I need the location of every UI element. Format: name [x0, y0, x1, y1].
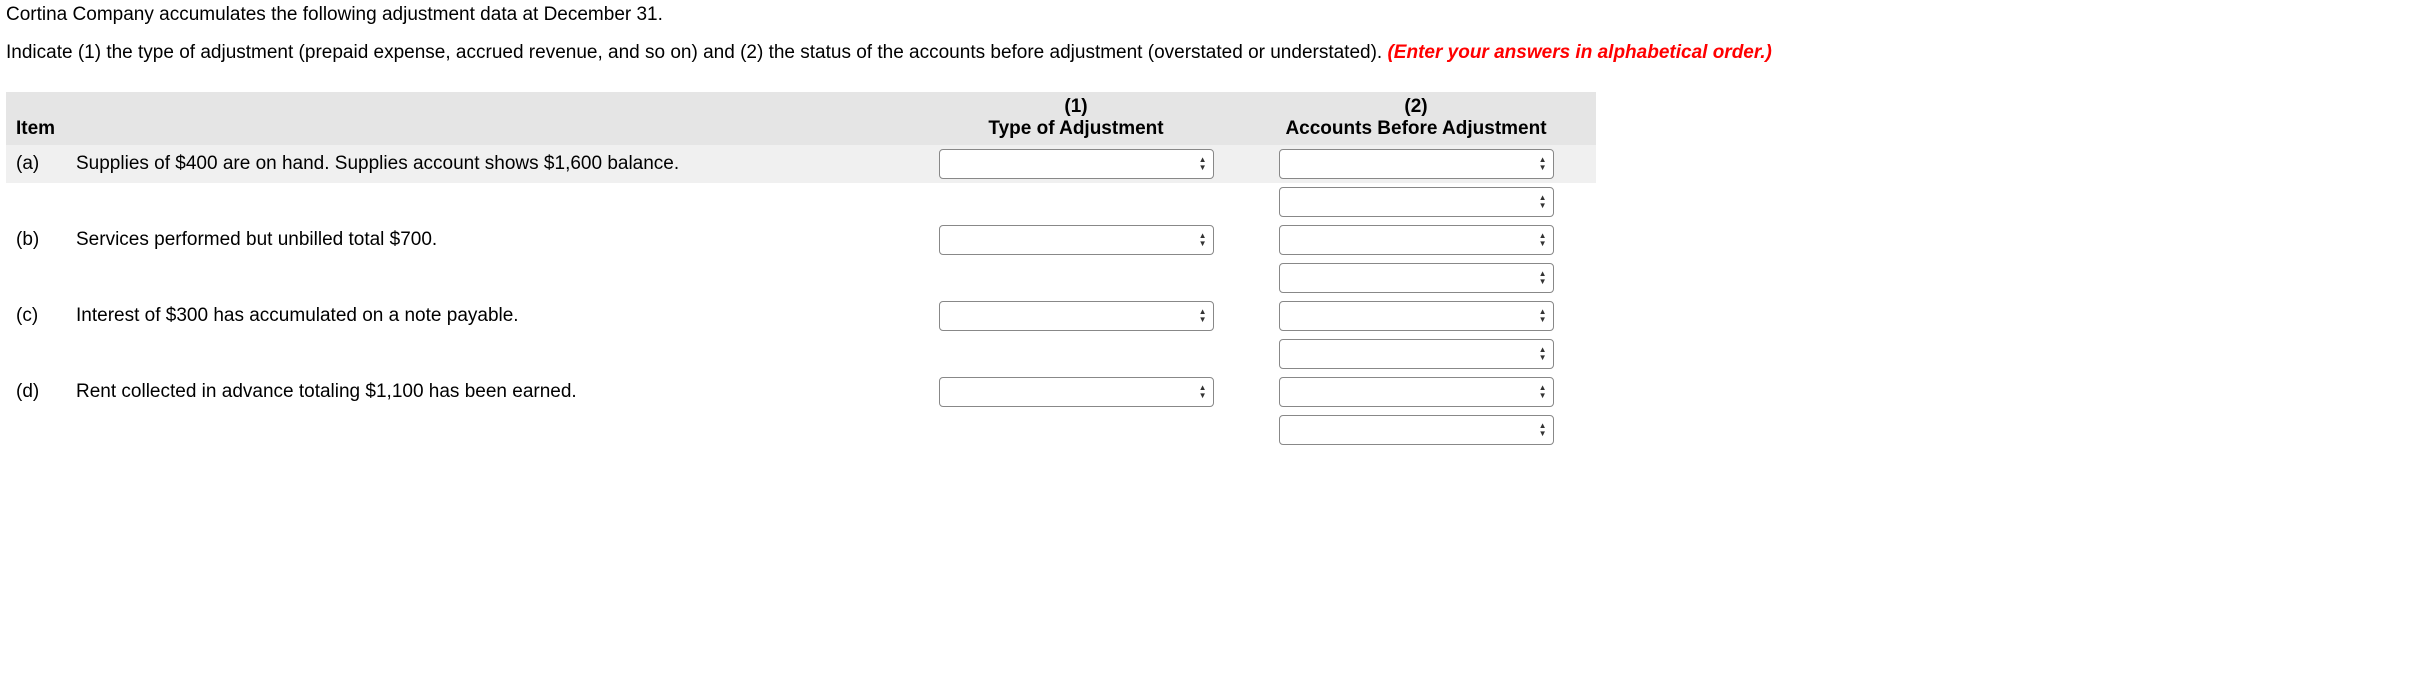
spinner-icon: ▲▼ — [1539, 385, 1547, 399]
header-col1-label: Type of Adjustment — [988, 118, 1163, 139]
instruction-text: Indicate (1) the type of adjustment (pre… — [6, 40, 2412, 66]
spinner-icon: ▲▼ — [1539, 309, 1547, 323]
spinner-icon: ▲▼ — [1539, 157, 1547, 171]
spinner-icon: ▲▼ — [1199, 233, 1207, 247]
header-accounts: (2) Accounts Before Adjustment — [1236, 92, 1596, 146]
row-desc: Supplies of $400 are on hand. Supplies a… — [66, 145, 916, 183]
accounts-select-b1[interactable]: ▲▼ — [1279, 225, 1554, 255]
row-desc: Services performed but unbilled total $7… — [66, 221, 916, 259]
spinner-icon: ▲▼ — [1539, 195, 1547, 209]
accounts-select-c2[interactable]: ▲▼ — [1279, 339, 1554, 369]
header-col1-num: (1) — [1064, 96, 1087, 117]
intro-text: Cortina Company accumulates the followin… — [6, 4, 2412, 26]
table-row-extra: ▲▼ — [6, 259, 1596, 297]
table-row: (b) Services performed but unbilled tota… — [6, 221, 1596, 259]
spinner-icon: ▲▼ — [1539, 271, 1547, 285]
spinner-icon: ▲▼ — [1539, 347, 1547, 361]
accounts-select-a2[interactable]: ▲▼ — [1279, 187, 1554, 217]
header-item: Item — [6, 92, 916, 146]
spinner-icon: ▲▼ — [1199, 157, 1207, 171]
type-select-d[interactable]: ▲▼ — [939, 377, 1214, 407]
spinner-icon: ▲▼ — [1199, 385, 1207, 399]
row-letter: (c) — [6, 297, 66, 335]
accounts-select-d1[interactable]: ▲▼ — [1279, 377, 1554, 407]
instruction-prefix: Indicate (1) the type of adjustment (pre… — [6, 42, 1387, 63]
header-col2-label: Accounts Before Adjustment — [1285, 118, 1546, 139]
table-row: (c) Interest of $300 has accumulated on … — [6, 297, 1596, 335]
row-letter: (a) — [6, 145, 66, 183]
instruction-red: (Enter your answers in alphabetical orde… — [1387, 42, 1771, 63]
table-row: (d) Rent collected in advance totaling $… — [6, 373, 1596, 411]
type-select-b[interactable]: ▲▼ — [939, 225, 1214, 255]
row-desc: Interest of $300 has accumulated on a no… — [66, 297, 916, 335]
row-letter: (d) — [6, 373, 66, 411]
header-col2-num: (2) — [1404, 96, 1427, 117]
row-letter: (b) — [6, 221, 66, 259]
header-type: (1) Type of Adjustment — [916, 92, 1236, 146]
spinner-icon: ▲▼ — [1199, 309, 1207, 323]
spinner-icon: ▲▼ — [1539, 233, 1547, 247]
accounts-select-a1[interactable]: ▲▼ — [1279, 149, 1554, 179]
accounts-select-c1[interactable]: ▲▼ — [1279, 301, 1554, 331]
adjustment-table: Item (1) Type of Adjustment (2) Accounts… — [6, 92, 1596, 450]
table-row-extra: ▲▼ — [6, 183, 1596, 221]
spinner-icon: ▲▼ — [1539, 423, 1547, 437]
row-desc: Rent collected in advance totaling $1,10… — [66, 373, 916, 411]
table-row-extra: ▲▼ — [6, 335, 1596, 373]
table-row-extra: ▲▼ — [6, 411, 1596, 449]
accounts-select-d2[interactable]: ▲▼ — [1279, 415, 1554, 445]
table-row: (a) Supplies of $400 are on hand. Suppli… — [6, 145, 1596, 183]
type-select-a[interactable]: ▲▼ — [939, 149, 1214, 179]
accounts-select-b2[interactable]: ▲▼ — [1279, 263, 1554, 293]
type-select-c[interactable]: ▲▼ — [939, 301, 1214, 331]
